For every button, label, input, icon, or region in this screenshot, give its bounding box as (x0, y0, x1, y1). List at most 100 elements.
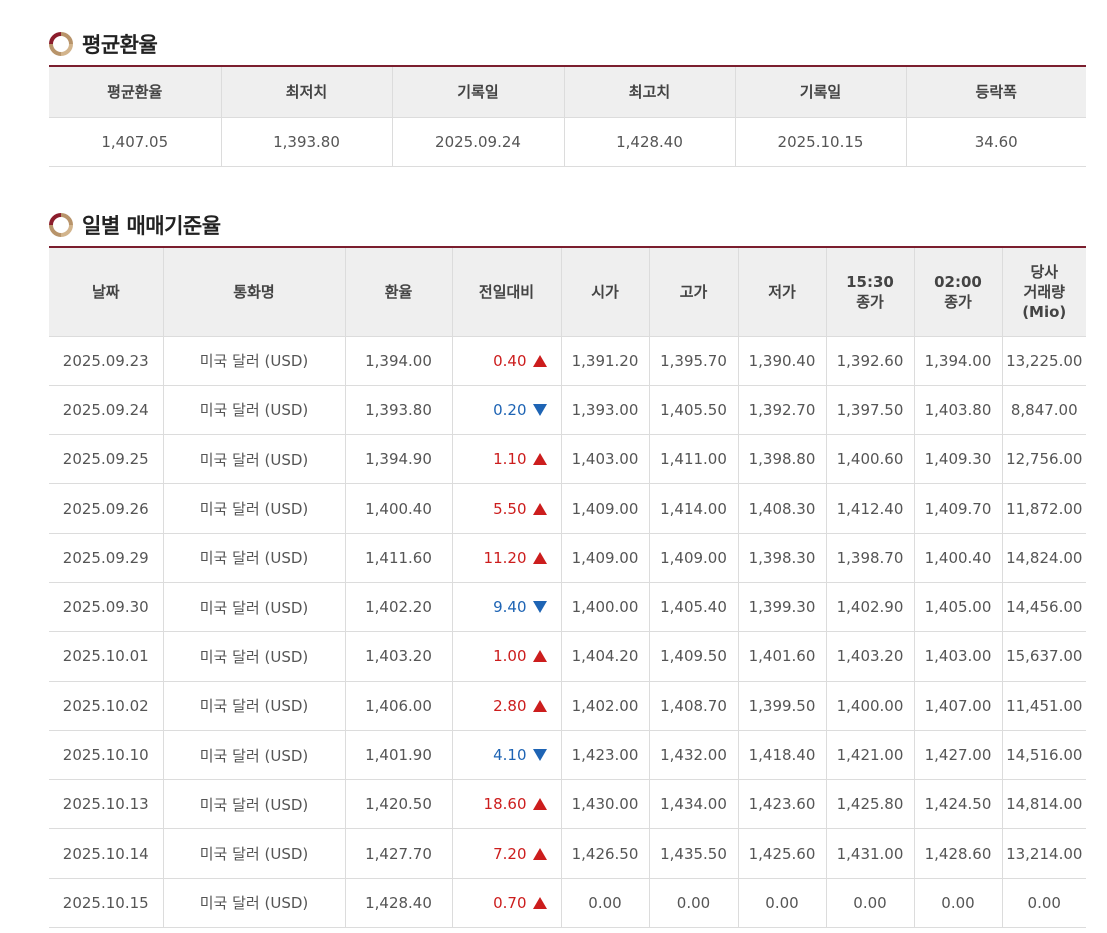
low-cell: 1,418.40 (737, 729, 827, 781)
header-high: 고가 (648, 246, 739, 337)
table-row: 2025.10.02 미국 달러 (USD) 1,406.00 2.80 1,402.0… (49, 680, 1086, 731)
rate-cell: 1,402.20 (344, 581, 453, 633)
triangle-down-icon (532, 749, 547, 762)
currency-cell: 미국 달러 (USD) (162, 483, 346, 534)
change-amount: 0.40 (493, 351, 527, 370)
daily-rate-table: 날짜 통화명 환율 전일대비 시가 고가 저가 15:30 종가 02:00 종… (49, 246, 1086, 929)
date-cell: 2025.09.29 (49, 532, 164, 583)
low-cell: 1,401.60 (737, 631, 827, 682)
triangle-up-icon (532, 551, 547, 564)
triangle-up-icon (532, 650, 547, 663)
close-1530-cell: 1,397.50 (825, 384, 915, 436)
close-1530-cell: 0.00 (825, 877, 915, 929)
currency-cell: 미국 달러 (USD) (162, 384, 346, 436)
change-amount: 5.50 (493, 499, 527, 518)
close-0200-cell: 1,424.50 (913, 779, 1003, 830)
open-cell: 1,430.00 (560, 779, 650, 830)
rate-cell: 1,403.20 (344, 631, 453, 682)
low-cell: 1,425.60 (737, 828, 827, 879)
triangle-up-icon (532, 896, 547, 909)
change-amount: 1.10 (493, 450, 527, 469)
high-cell: 1,409.00 (648, 532, 739, 583)
rate-cell: 1,400.40 (344, 483, 453, 534)
change-value: 5.50 (453, 500, 561, 518)
change-value: 1.10 (453, 450, 561, 468)
header-highest: 최고치 (563, 65, 736, 118)
close-1530-cell: 1,403.20 (825, 631, 915, 682)
header-currency: 통화명 (162, 246, 346, 337)
table-row: 2025.09.26 미국 달러 (USD) 1,400.40 5.50 1,409.0… (49, 483, 1086, 534)
close-1530-cell: 1,412.40 (825, 483, 915, 534)
triangle-down-icon (532, 601, 547, 614)
volume-cell: 14,814.00 (1001, 779, 1086, 830)
table-row: 2025.09.25 미국 달러 (USD) 1,394.90 1.10 1,403.0… (49, 434, 1086, 485)
change-value: 4.10 (453, 746, 561, 764)
rate-cell: 1,401.90 (344, 729, 453, 781)
lowest-value: 1,393.80 (220, 116, 393, 167)
header-open: 시가 (560, 246, 650, 337)
average-section-title: 평균환율 (48, 29, 158, 59)
close-0200-cell: 1,428.60 (913, 828, 1003, 879)
change-value: 9.40 (453, 598, 561, 616)
rate-cell: 1,427.70 (344, 828, 453, 879)
table-row: 2025.10.14 미국 달러 (USD) 1,427.70 7.20 1,426.5… (49, 828, 1086, 879)
table-row: 2025.10.15 미국 달러 (USD) 1,428.40 0.70 0.00 0.0… (49, 877, 1086, 929)
close-0200-cell: 0.00 (913, 877, 1003, 929)
currency-cell: 미국 달러 (USD) (162, 680, 346, 731)
change-value: 2.80 (453, 697, 561, 715)
high-cell: 1,405.50 (648, 384, 739, 436)
change-value: 11.20 (453, 549, 561, 567)
table-row: 2025.10.13 미국 달러 (USD) 1,420.50 18.60 1,430.… (49, 779, 1086, 830)
change-cell: 11.20 (451, 532, 562, 583)
volume-cell: 13,214.00 (1001, 828, 1086, 879)
low-cell: 1,392.70 (737, 384, 827, 436)
triangle-down-icon (532, 403, 547, 416)
high-cell: 1,435.50 (648, 828, 739, 879)
rate-cell: 1,406.00 (344, 680, 453, 731)
change-amount: 0.70 (493, 893, 527, 912)
close-1530-cell: 1,431.00 (825, 828, 915, 879)
change-value: 7.20 (453, 845, 561, 863)
high-cell: 1,409.50 (648, 631, 739, 682)
change-cell: 5.50 (451, 483, 562, 534)
table-row: 2025.10.10 미국 달러 (USD) 1,401.90 4.10 1,423.0… (49, 729, 1086, 781)
table-row: 2025.09.29 미국 달러 (USD) 1,411.60 11.20 1,409.… (49, 532, 1086, 583)
volume-cell: 8,847.00 (1001, 384, 1086, 436)
currency-cell: 미국 달러 (USD) (162, 877, 346, 929)
range-value: 34.60 (905, 116, 1086, 167)
close-1530-cell: 1,421.00 (825, 729, 915, 781)
change-amount: 18.60 (483, 795, 527, 814)
high-cell: 1,414.00 (648, 483, 739, 534)
close-0200-cell: 1,400.40 (913, 532, 1003, 583)
change-value: 0.40 (453, 352, 561, 370)
open-cell: 1,409.00 (560, 483, 650, 534)
date-cell: 2025.10.10 (49, 729, 164, 781)
high-cell: 1,395.70 (648, 335, 739, 386)
open-cell: 1,403.00 (560, 434, 650, 485)
open-cell: 1,400.00 (560, 581, 650, 633)
rate-cell: 1,393.80 (344, 384, 453, 436)
low-cell: 1,408.30 (737, 483, 827, 534)
high-cell: 1,405.40 (648, 581, 739, 633)
date-cell: 2025.10.13 (49, 779, 164, 830)
date-cell: 2025.10.15 (49, 877, 164, 929)
close-0200-cell: 1,405.00 (913, 581, 1003, 633)
header-volume: 당사 거래량 (Mio) (1001, 246, 1086, 337)
volume-cell: 14,516.00 (1001, 729, 1086, 781)
date-cell: 2025.10.02 (49, 680, 164, 731)
high-cell: 1,408.70 (648, 680, 739, 731)
bullet-ring-icon (48, 31, 74, 57)
volume-cell: 0.00 (1001, 877, 1086, 929)
rate-cell: 1,394.00 (344, 335, 453, 386)
change-amount: 2.80 (493, 696, 527, 715)
currency-cell: 미국 달러 (USD) (162, 729, 346, 781)
header-close-1530: 15:30 종가 (825, 246, 915, 337)
change-cell: 1.00 (451, 631, 562, 682)
currency-cell: 미국 달러 (USD) (162, 828, 346, 879)
currency-cell: 미국 달러 (USD) (162, 335, 346, 386)
header-date: 날짜 (49, 246, 164, 337)
rate-cell: 1,394.90 (344, 434, 453, 485)
average-value-row: 1,407.05 1,393.80 2025.09.24 1,428.40 20… (49, 116, 1086, 167)
currency-cell: 미국 달러 (USD) (162, 631, 346, 682)
date-cell: 2025.10.01 (49, 631, 164, 682)
